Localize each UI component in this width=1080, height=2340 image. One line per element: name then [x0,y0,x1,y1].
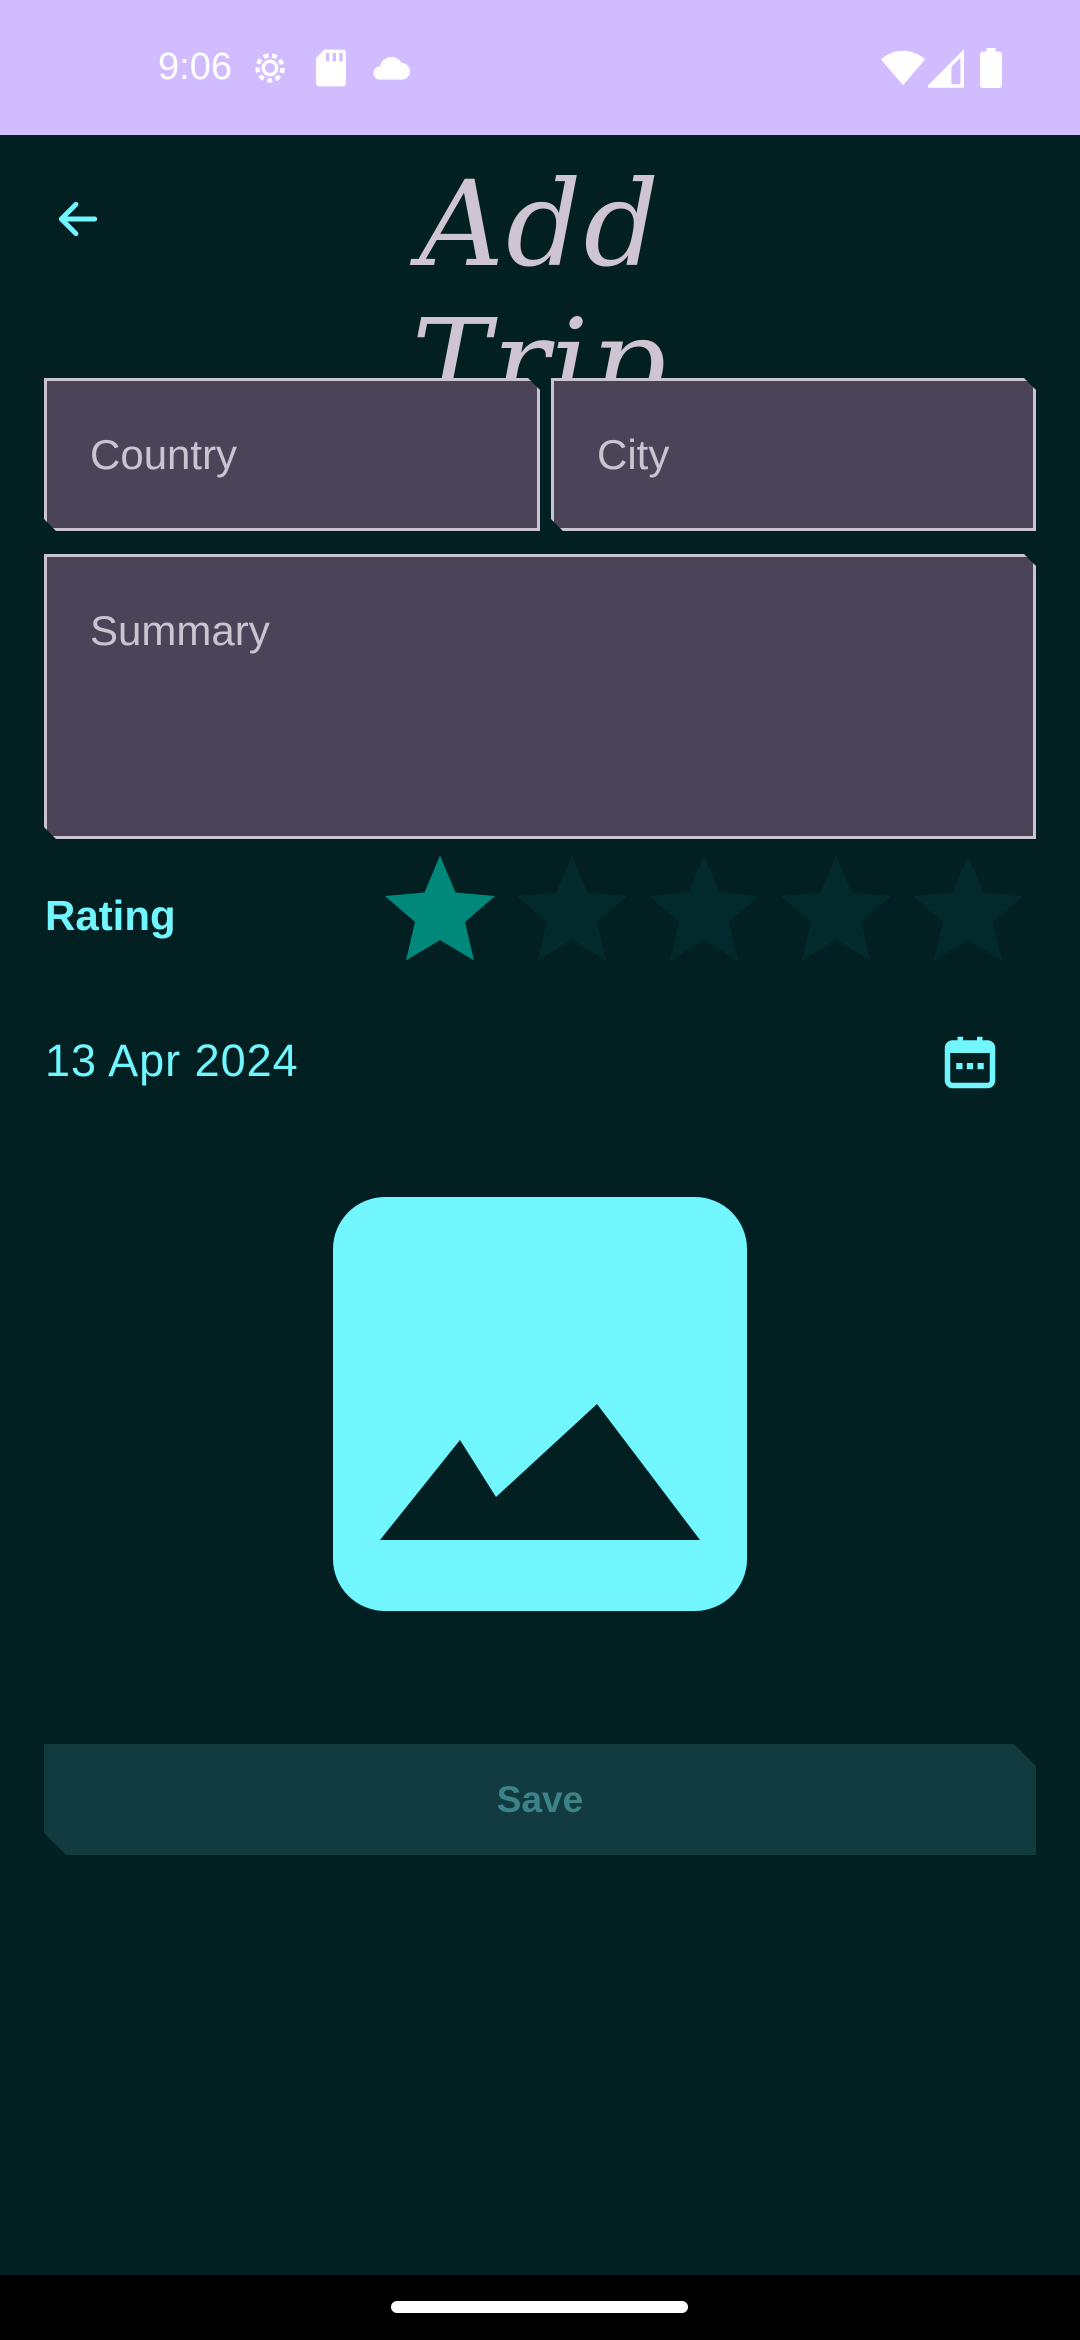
star-2-icon[interactable] [512,848,632,968]
star-1-icon[interactable] [380,848,500,968]
arrow-left-icon [53,194,103,249]
settings-gear-icon [250,48,290,93]
home-indicator[interactable] [391,2301,688,2313]
sd-card-icon [314,48,348,93]
city-field[interactable]: City [551,378,1036,531]
wifi-icon [880,48,926,93]
image-picker[interactable] [333,1197,747,1611]
save-button[interactable]: Save [44,1744,1036,1855]
calendar-button[interactable] [930,1025,1010,1105]
summary-field[interactable]: Summary [44,554,1036,839]
calendar-icon [940,1032,1000,1099]
cloud-icon [368,48,412,93]
city-field-label: City [597,431,670,478]
status-bar: 9:06 [0,0,1080,135]
star-4-icon[interactable] [776,848,896,968]
back-button[interactable] [40,183,116,259]
star-3-icon[interactable] [644,848,764,968]
country-field-label: Country [90,431,238,478]
trip-date[interactable]: 13 Apr 2024 [45,1035,299,1087]
summary-field-label: Summary [90,607,270,654]
status-time: 9:06 [158,46,232,88]
cellular-signal-icon [925,48,964,93]
country-field[interactable]: Country [44,378,540,531]
star-5-icon[interactable] [908,848,1028,968]
battery-icon [980,48,1002,93]
rating-label: Rating [45,892,176,939]
image-placeholder-icon [333,1404,747,1611]
